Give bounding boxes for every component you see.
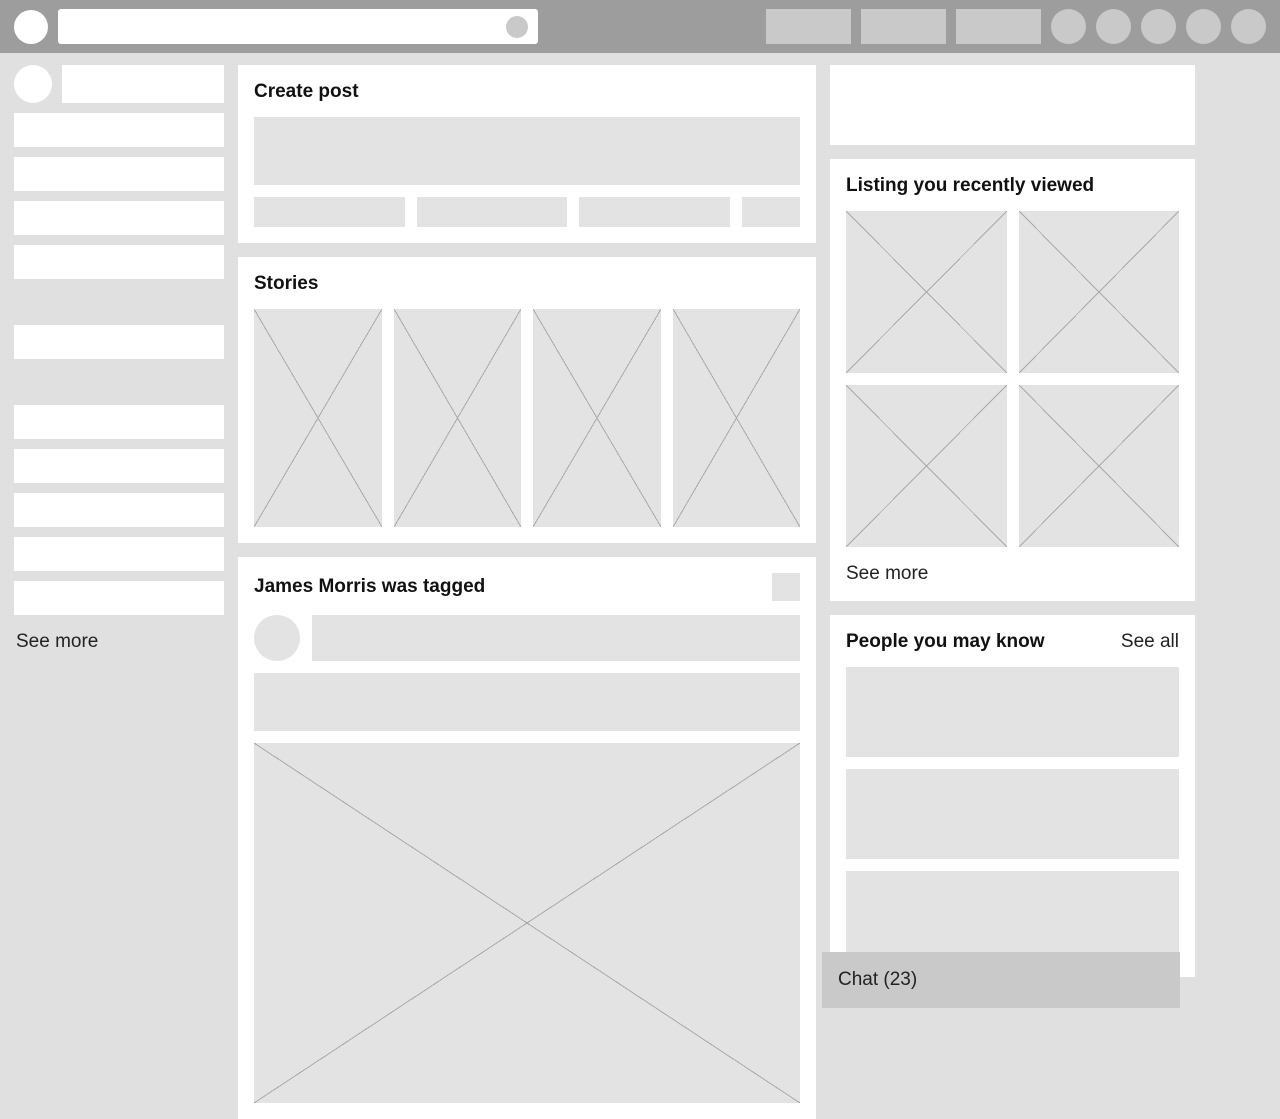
right-blank-card	[830, 65, 1195, 145]
post-avatar-icon[interactable]	[254, 615, 300, 661]
listings-title: Listing you recently viewed	[846, 175, 1179, 197]
sidebar-see-more[interactable]: See more	[14, 625, 224, 659]
top-nav-button-2[interactable]	[861, 9, 946, 44]
story-tile-2[interactable]	[394, 309, 522, 527]
sidebar-item-2[interactable]	[14, 157, 224, 191]
listings-card: Listing you recently viewed See more	[830, 159, 1195, 601]
search-input[interactable]	[68, 9, 498, 44]
post-image[interactable]	[254, 743, 800, 1103]
search-box[interactable]	[58, 9, 538, 44]
stories-title: Stories	[254, 273, 800, 295]
chat-dock[interactable]: Chat (23)	[822, 952, 1180, 1008]
sidebar-item-3[interactable]	[14, 201, 224, 235]
top-nav-circle-2[interactable]	[1096, 9, 1131, 44]
create-post-title: Create post	[254, 81, 800, 103]
create-post-action-1[interactable]	[254, 197, 405, 227]
stories-row	[254, 309, 800, 527]
left-sidebar: See more	[14, 65, 224, 659]
sidebar-item-5[interactable]	[14, 325, 224, 359]
post-menu-icon[interactable]	[772, 573, 800, 601]
logo-icon[interactable]	[14, 10, 48, 44]
listing-tile-3[interactable]	[846, 385, 1007, 547]
people-item-1[interactable]	[846, 667, 1179, 757]
people-item-2[interactable]	[846, 769, 1179, 859]
top-nav-circle-5[interactable]	[1231, 9, 1266, 44]
post-user-meta	[312, 615, 800, 661]
top-nav-circle-4[interactable]	[1186, 9, 1221, 44]
sidebar-item-8[interactable]	[14, 493, 224, 527]
listings-see-more[interactable]: See more	[846, 563, 1179, 585]
post-user-row	[254, 615, 800, 661]
listing-tile-1[interactable]	[846, 211, 1007, 373]
top-nav-button-3[interactable]	[956, 9, 1041, 44]
search-icon[interactable]	[506, 16, 528, 38]
create-post-action-3[interactable]	[579, 197, 730, 227]
create-post-card: Create post	[238, 65, 816, 243]
right-sidebar: Listing you recently viewed See more Peo…	[830, 65, 1195, 977]
sidebar-gap-2	[14, 369, 224, 395]
people-item-3[interactable]	[846, 871, 1179, 961]
create-post-input[interactable]	[254, 117, 800, 185]
profile-row[interactable]	[14, 65, 224, 103]
people-list	[846, 667, 1179, 961]
post-headline: James Morris was tagged	[254, 576, 485, 598]
people-title: People you may know	[846, 631, 1045, 653]
sidebar-item-7[interactable]	[14, 449, 224, 483]
sidebar-gap	[14, 289, 224, 315]
sidebar-item-10[interactable]	[14, 581, 224, 615]
main-feed: Create post Stories James Morris was tag…	[238, 65, 816, 1119]
sidebar-item-1[interactable]	[14, 113, 224, 147]
sidebar-item-9[interactable]	[14, 537, 224, 571]
chat-label: Chat (23)	[838, 969, 917, 991]
avatar-icon	[14, 65, 52, 103]
profile-name-placeholder	[62, 65, 224, 103]
listings-grid	[846, 211, 1179, 547]
top-nav-circle-1[interactable]	[1051, 9, 1086, 44]
people-see-all[interactable]: See all	[1121, 631, 1179, 653]
create-post-actions	[254, 197, 800, 227]
story-tile-1[interactable]	[254, 309, 382, 527]
sidebar-item-6[interactable]	[14, 405, 224, 439]
top-bar	[0, 0, 1280, 53]
sidebar-item-4[interactable]	[14, 245, 224, 279]
stories-card: Stories	[238, 257, 816, 543]
top-nav-button-1[interactable]	[766, 9, 851, 44]
listing-tile-4[interactable]	[1019, 385, 1180, 547]
top-nav-circle-3[interactable]	[1141, 9, 1176, 44]
people-card: People you may know See all	[830, 615, 1195, 977]
post-card: James Morris was tagged	[238, 557, 816, 1119]
create-post-action-2[interactable]	[417, 197, 568, 227]
create-post-action-4[interactable]	[742, 197, 800, 227]
listing-tile-2[interactable]	[1019, 211, 1180, 373]
story-tile-4[interactable]	[673, 309, 801, 527]
post-text	[254, 673, 800, 731]
story-tile-3[interactable]	[533, 309, 661, 527]
